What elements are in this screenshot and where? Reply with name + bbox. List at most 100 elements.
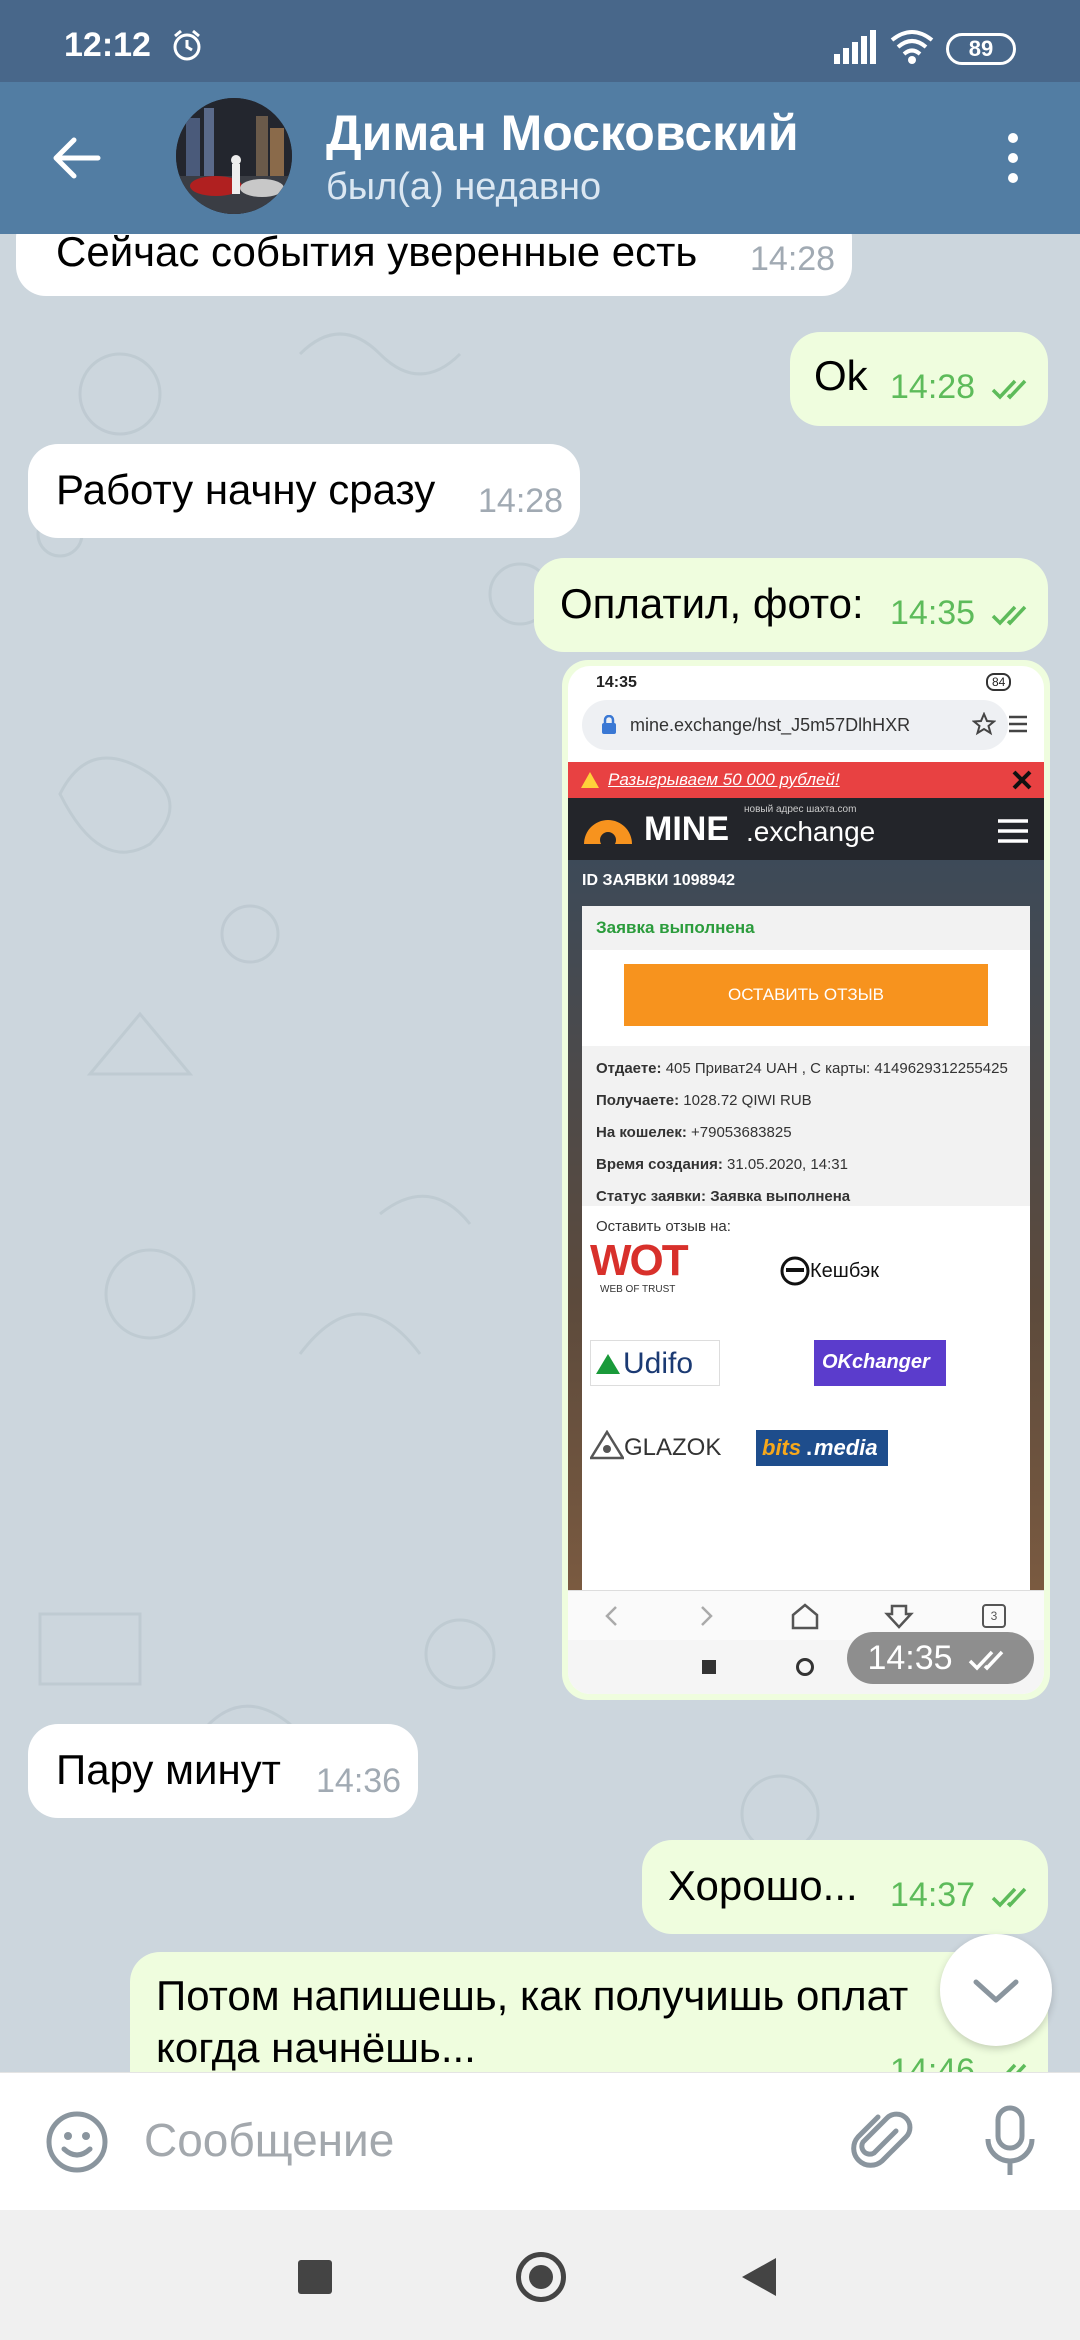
system-navigation-bar [0, 2210, 1080, 2340]
message-text: Хорошо... [668, 1862, 858, 1909]
microphone-icon[interactable] [982, 2105, 1038, 2179]
message-time: 14:28 [750, 240, 836, 278]
tabs-list-icon [1009, 715, 1027, 733]
photo-banner-text: Разыгрываем 50 000 рублей! [608, 770, 840, 789]
message-time: 14:28 [890, 368, 1037, 407]
contact-avatar[interactable] [176, 98, 292, 214]
message-incoming[interactable]: Сейчас события уверенные есть 14:28 [16, 234, 852, 296]
message-text: Ok [814, 352, 868, 399]
photo-promo-banner: Разыгрываем 50 000 рублей! [568, 762, 1044, 798]
tabs-count-icon: 3 [982, 1604, 1006, 1628]
message-time: 14:36 [316, 1762, 402, 1800]
okchanger-logo: OKchanger [814, 1340, 946, 1386]
message-time-text: 14:37 [890, 1876, 976, 1914]
created-value: 31.05.2020, 14:31 [726, 1156, 848, 1173]
photo-time-badge: 14:35 [847, 1632, 1034, 1684]
chat-area[interactable]: Сейчас события уверенные есть 14:28 Ok 1… [0, 234, 1080, 2072]
message-text: Работу начну сразу [56, 466, 436, 513]
okchanger-text: OKchanger [822, 1351, 930, 1373]
star-icon [972, 712, 996, 736]
home-nav-icon [791, 1603, 819, 1630]
photo-card-header: Заявка выполнена [582, 906, 1030, 950]
photo-review-button: ОСТАВИТЬ ОТЗЫВ [624, 964, 988, 1026]
chat-header: Диман Московский был(а) недавно [0, 82, 1080, 234]
photo-site-domain: .exchange [746, 816, 876, 847]
udifo-logo: Udifo [590, 1340, 720, 1386]
message-outgoing[interactable]: Хорошо... 14:37 [642, 1840, 1048, 1934]
wot-logo: WOT [590, 1236, 689, 1285]
message-text-line-1: Потом напишешь, как получишь оплат [156, 1972, 909, 2019]
home-button[interactable] [516, 2252, 566, 2302]
message-input-bar: Сообщение [0, 2072, 1080, 2210]
warning-icon [581, 772, 599, 788]
photo-recents-icon [702, 1660, 716, 1674]
photo-url-text: mine.exchange/hst_J5m57DlhHXR [630, 715, 911, 735]
back-nav-icon [605, 1606, 617, 1626]
get-value: 1028.72 QIWI RUB [683, 1092, 812, 1109]
paperclip-icon[interactable] [850, 2109, 916, 2175]
read-checkmarks-icon [991, 379, 1026, 400]
message-input[interactable]: Сообщение [144, 2113, 394, 2167]
hamburger-menu-icon [998, 819, 1028, 843]
photo-site-header: новый адрес шахта.com MINE .exchange [568, 798, 1044, 860]
bits-media-logo: bits . media [756, 1430, 888, 1466]
battery-indicator: 89 [946, 33, 1016, 65]
forward-nav-icon [701, 1606, 713, 1626]
download-nav-icon [884, 1604, 914, 1629]
wifi-icon [890, 30, 934, 64]
message-time-text: 14:46 [890, 2052, 976, 2072]
message-photo[interactable]: 14:35 84 mine.exchange/hst_J5m57DlhHXR Р… [562, 660, 1050, 1700]
photo-site-tagline: новый адрес шахта.com [744, 804, 857, 815]
tab-count-text: 3 [990, 1609, 998, 1623]
udifo-text: Udifo [623, 1347, 694, 1380]
message-time-text: 14:35 [890, 594, 976, 632]
message-text: Оплатил, фото: [560, 580, 864, 627]
scroll-down-button[interactable] [940, 1934, 1052, 2046]
more-options-icon[interactable] [998, 130, 1028, 186]
message-text: Пару минут [56, 1746, 281, 1793]
message-text-line-2: когда начнёшь... [156, 2024, 476, 2071]
glazok-logo: GLAZOK [624, 1434, 722, 1461]
status-time: 12:12 [64, 26, 151, 64]
photo-status-bar: 14:35 84 [568, 666, 1044, 700]
contact-last-seen: был(а) недавно [326, 166, 602, 208]
status-value: Заявка выполнена [710, 1188, 851, 1205]
photo-status-battery: 84 [986, 673, 1012, 691]
recents-button[interactable] [298, 2260, 332, 2294]
message-text: Сейчас события уверенные есть [56, 234, 698, 275]
photo-home-icon [796, 1658, 814, 1676]
message-outgoing[interactable]: Ok 14:28 [790, 332, 1048, 426]
give-label: Отдаете: [596, 1060, 662, 1077]
photo-time-text: 14:35 [867, 1639, 953, 1677]
get-label: Получаете: [596, 1092, 680, 1109]
read-checkmarks-icon [968, 1650, 1004, 1671]
message-outgoing[interactable]: Потом напишешь, как получишь оплат когда… [130, 1952, 1048, 2072]
chevron-down-icon [973, 1979, 1019, 2003]
photo-order-card: Заявка выполнена ОСТАВИТЬ ОТЗЫВ Отдаете:… [582, 906, 1030, 1590]
message-time: 14:46 [890, 2052, 1037, 2072]
created-label: Время создания: [596, 1156, 723, 1173]
bits-text: bits [762, 1435, 802, 1460]
message-time: 14:28 [478, 482, 564, 520]
glazok-eye-icon [590, 1430, 624, 1460]
system-back-button[interactable] [742, 2258, 776, 2296]
bits-dot: . [806, 1435, 813, 1460]
media-text: media [814, 1435, 878, 1460]
emoji-icon[interactable] [44, 2109, 110, 2175]
status-label: Статус заявки: [596, 1188, 707, 1205]
read-checkmarks-icon [1005, 2063, 1026, 2072]
message-time-text: 14:28 [890, 368, 976, 406]
photo-status-time: 14:35 [596, 674, 637, 691]
cashback-logo: Кешбэк [810, 1260, 880, 1282]
photo-review-on-label: Оставить отзыв на: [596, 1218, 731, 1235]
message-incoming[interactable]: Пару минут 14:36 [28, 1724, 418, 1818]
screenshot-photo[interactable]: 14:35 84 mine.exchange/hst_J5m57DlhHXR Р… [568, 666, 1044, 1694]
wot-subtitle: WEB OF TRUST [600, 1284, 676, 1295]
photo-url-bar: mine.exchange/hst_J5m57DlhHXR [582, 700, 1008, 750]
read-checkmarks-icon [991, 605, 1026, 626]
contact-name[interactable]: Диман Московский [326, 104, 799, 162]
message-incoming[interactable]: Работу начну сразу 14:28 [28, 444, 580, 538]
message-outgoing[interactable]: Оплатил, фото: 14:35 [534, 558, 1048, 652]
back-arrow-icon[interactable] [48, 130, 104, 186]
message-time: 14:37 [890, 1876, 1037, 1915]
